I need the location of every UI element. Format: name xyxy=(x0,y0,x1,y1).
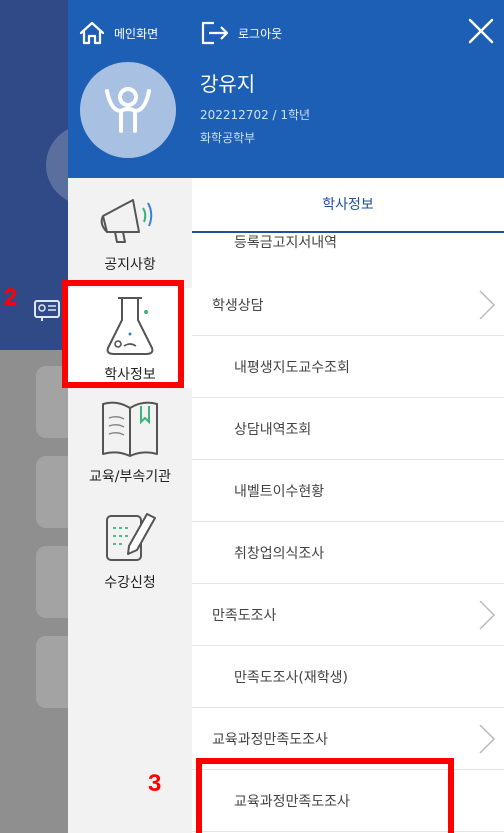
logout-icon xyxy=(201,21,229,45)
menu-group-satisfaction-survey[interactable]: 만족도조사 xyxy=(192,584,504,646)
menu-item-label: 취창업의식조사 xyxy=(234,545,325,562)
background-app xyxy=(0,0,68,833)
menu-list: 등록금고지서내역 학생상담 내평생지도교수조회 상담내역조회 내벨트이수현황 취… xyxy=(192,220,504,832)
user-name: 강유지 xyxy=(200,72,256,96)
id-card-icon xyxy=(34,300,60,321)
menu-group-student-counseling[interactable]: 학생상담 xyxy=(192,274,504,336)
annotation-step-number: 3 xyxy=(148,770,162,797)
background-card xyxy=(36,456,68,528)
menu-item-label: 내벨트이수현황 xyxy=(234,483,325,500)
menu-item-tuition-bill[interactable]: 등록금고지서내역 xyxy=(192,220,504,251)
home-icon xyxy=(79,21,105,45)
chevron-right-icon xyxy=(479,289,496,320)
pencil-note-icon xyxy=(106,513,156,561)
menu-item-counseling-history[interactable]: 상담내역조회 xyxy=(192,398,504,460)
menu-item-belt-status[interactable]: 내벨트이수현황 xyxy=(192,460,504,522)
menu-item-career-survey[interactable]: 취창업의식조사 xyxy=(192,522,504,584)
category-notice[interactable]: 공지사항 xyxy=(68,192,192,292)
close-icon[interactable] xyxy=(466,16,496,46)
menu-item-label: 상담내역조회 xyxy=(234,421,312,438)
chevron-right-icon xyxy=(479,599,496,630)
logout-label: 로그아웃 xyxy=(238,26,283,41)
category-education-institutions[interactable]: 교육/부속기관 xyxy=(68,398,192,498)
megaphone-icon xyxy=(100,199,153,243)
category-column: 공지사항 학사정보 교육/부속기관 수강신청 xyxy=(68,178,192,833)
menu-item-advisor-lookup[interactable]: 내평생지도교수조회 xyxy=(192,336,504,398)
menu-item-label: 만족도조사 xyxy=(212,607,277,624)
background-card xyxy=(36,546,68,618)
menu-item-student-satisfaction-survey[interactable]: 만족도조사(재학생) xyxy=(192,646,504,708)
menu-column: 학사정보 등록금고지서내역 학생상담 내평생지도교수조회 상담내역조회 내벨트이… xyxy=(192,178,504,833)
menu-item-label: 학생상담 xyxy=(212,297,264,314)
navigation-drawer: 메인화면 로그아웃 강유지 202212702 / 1학년 화학공학부 공지사항… xyxy=(68,0,504,833)
category-label: 수강신청 xyxy=(104,575,156,591)
menu-item-label: 내평생지도교수조회 xyxy=(234,359,350,376)
menu-item-label: 등록금고지서내역 xyxy=(234,235,338,251)
user-department: 화학공학부 xyxy=(200,131,256,145)
annotation-step-number: 2 xyxy=(4,284,18,311)
chevron-right-icon xyxy=(479,723,496,754)
annotation-highlight-academic xyxy=(62,280,184,388)
background-card xyxy=(36,636,68,708)
avatar xyxy=(80,62,176,158)
home-button[interactable]: 메인화면 xyxy=(78,20,158,46)
category-course-registration[interactable]: 수강신청 xyxy=(68,508,192,608)
annotation-highlight-curriculum-survey xyxy=(196,758,454,833)
book-icon xyxy=(102,401,158,457)
menu-item-label: 만족도조사(재학생) xyxy=(234,669,348,686)
menu-item-label: 교육과정만족도조사 xyxy=(212,731,328,748)
logout-button[interactable]: 로그아웃 xyxy=(200,20,282,46)
category-label: 교육/부속기관 xyxy=(89,469,171,485)
user-id-grade: 202212702 / 1학년 xyxy=(200,108,311,122)
drawer-header: 메인화면 로그아웃 강유지 202212702 / 1학년 화학공학부 xyxy=(68,0,504,178)
category-label: 공지사항 xyxy=(104,257,156,273)
home-label: 메인화면 xyxy=(114,26,159,41)
person-icon xyxy=(105,87,151,133)
